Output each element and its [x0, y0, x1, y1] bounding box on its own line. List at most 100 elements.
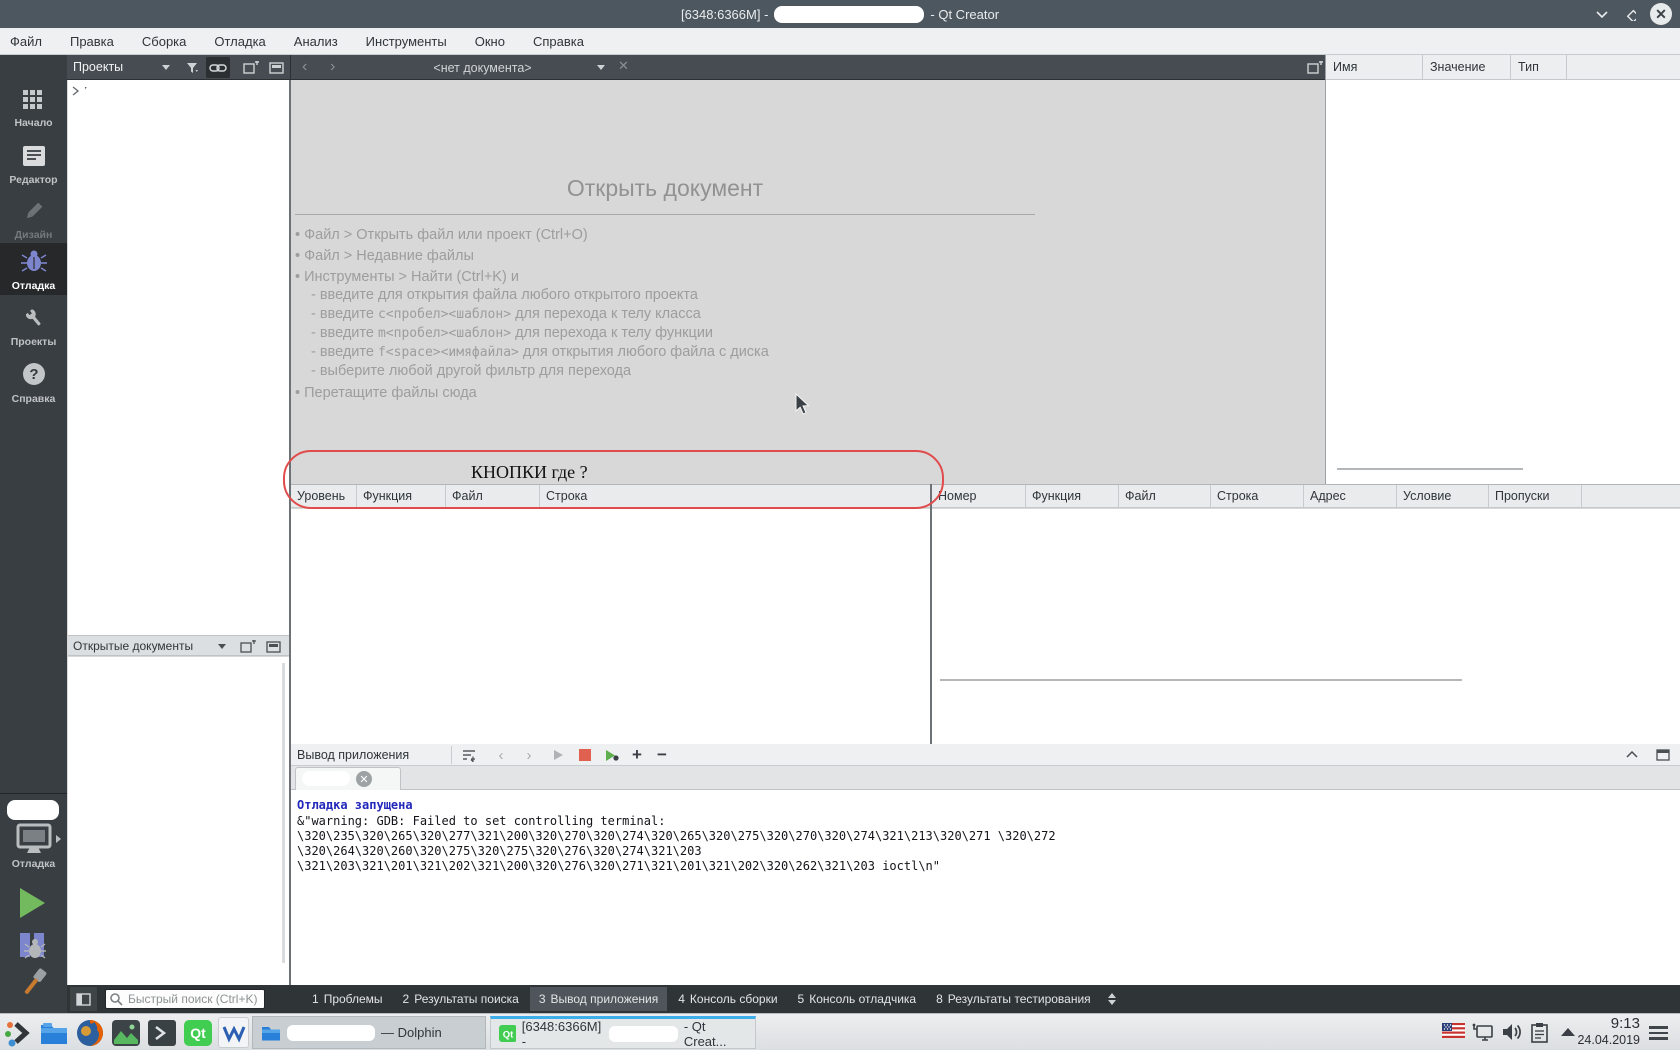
build-button[interactable]	[14, 965, 54, 999]
pane-button-test-results[interactable]: 8 Результаты тестирования	[927, 987, 1100, 1011]
sync-with-editor-icon[interactable]	[206, 57, 230, 78]
run-button[interactable]	[20, 888, 45, 918]
minimize-icon[interactable]	[1595, 10, 1609, 19]
stop-button[interactable]	[575, 746, 595, 764]
kit-selector-arrow-icon[interactable]	[56, 835, 61, 843]
projects-pane-combo[interactable]: Проекты	[73, 60, 123, 74]
chevron-down-icon[interactable]	[218, 644, 226, 649]
clock[interactable]: 9:13 24.04.2019	[1577, 1016, 1640, 1048]
column-header[interactable]: Строка	[1211, 485, 1304, 507]
word-wrap-icon[interactable]	[459, 746, 479, 764]
split-panel-icon[interactable]	[239, 57, 263, 78]
dolphin-launcher-icon[interactable]	[38, 1017, 69, 1048]
scrollbar[interactable]	[1337, 468, 1523, 470]
mode-debug[interactable]: Отладка	[0, 243, 67, 295]
divider	[451, 746, 452, 764]
scrollbar[interactable]	[282, 663, 285, 963]
welcome-item: • Инструменты > Найти (Ctrl+K) и	[295, 269, 519, 285]
collapse-pane-icon[interactable]	[1622, 746, 1642, 764]
maximize-pane-icon[interactable]	[1653, 746, 1673, 764]
title-bar[interactable]: [6348:6366M] - - Qt Creator ✕	[0, 0, 1680, 28]
search-input[interactable]	[128, 992, 258, 1006]
column-header[interactable]: Значение	[1423, 55, 1511, 79]
go-back-icon[interactable]: ‹	[302, 58, 307, 76]
splitter[interactable]	[930, 484, 932, 744]
close-tab-icon[interactable]: ✕	[356, 771, 372, 787]
output-pane-switcher-icon[interactable]	[1107, 993, 1116, 1005]
maximize-icon[interactable]	[1623, 8, 1636, 21]
image-viewer-launcher-icon[interactable]	[110, 1017, 141, 1048]
app-output-tab[interactable]: ✕	[295, 767, 401, 790]
taskbar-task-qtcreator[interactable]: Qt [6348:6366M] - - Qt Creat...	[490, 1016, 756, 1049]
qtcreator-launcher-icon[interactable]: Qt	[182, 1017, 213, 1048]
menu-item-build[interactable]: Сборка	[128, 29, 201, 54]
scrollbar[interactable]	[940, 679, 1462, 681]
menu-item-debug[interactable]: Отладка	[200, 29, 279, 54]
toggle-sidebar-button[interactable]	[70, 987, 97, 1011]
close-document-icon[interactable]: ✕	[618, 58, 629, 74]
menu-item-window[interactable]: Окно	[461, 29, 519, 54]
close-icon[interactable]: ✕	[1650, 3, 1672, 25]
keyboard-layout-flag-icon[interactable]	[1442, 1023, 1465, 1038]
menu-item-help[interactable]: Справка	[519, 29, 598, 54]
window-title: [6348:6366M] - - Qt Creator	[681, 5, 999, 23]
tray-expand-icon[interactable]	[1560, 1027, 1576, 1037]
column-header[interactable]: Номер	[932, 485, 1026, 507]
menu-item-edit[interactable]: Правка	[56, 29, 128, 54]
filter-icon[interactable]	[181, 57, 205, 78]
redacted-task-blob	[609, 1025, 678, 1042]
menu-item-tools[interactable]: Инструменты	[352, 29, 461, 54]
locator-search[interactable]	[105, 989, 265, 1009]
split-panel-icon[interactable]	[240, 640, 256, 654]
column-header[interactable]: Условие	[1397, 485, 1489, 507]
column-header[interactable]: Пропуски	[1489, 485, 1582, 507]
open-document-selector[interactable]: <нет документа>	[360, 55, 605, 80]
start-debugging-button[interactable]	[18, 933, 52, 963]
search-icon	[110, 993, 123, 1006]
zoom-in-icon[interactable]: +	[627, 746, 647, 764]
editor-launcher-icon[interactable]	[218, 1017, 249, 1048]
mode-help[interactable]: ? Справка	[0, 360, 67, 408]
column-header[interactable]: Функция	[1026, 485, 1119, 507]
debug-target-monitor-icon[interactable]	[16, 823, 52, 855]
prev-item-icon[interactable]: ‹	[491, 746, 511, 764]
firefox-launcher-icon[interactable]	[74, 1017, 105, 1048]
pane-button-problems[interactable]: 1 Проблемы	[303, 987, 392, 1011]
column-header[interactable]: Файл	[1119, 485, 1211, 507]
zoom-out-icon[interactable]: −	[652, 746, 672, 764]
splitter[interactable]	[1325, 55, 1326, 484]
clock-time: 9:13	[1610, 1015, 1640, 1032]
mode-edit[interactable]: Редактор	[0, 143, 67, 191]
mode-welcome[interactable]: Начало	[0, 88, 67, 136]
taskbar-task-dolphin[interactable]: — Dolphin	[252, 1016, 486, 1049]
welcome-title: Открыть документ	[566, 175, 764, 201]
konsole-launcher-icon[interactable]	[146, 1017, 177, 1048]
pane-button-app-output[interactable]: 3 Вывод приложения	[529, 987, 668, 1011]
volume-icon[interactable]	[1501, 1023, 1522, 1041]
panel-menu-icon[interactable]	[1649, 1026, 1668, 1043]
close-panel-icon[interactable]	[265, 57, 289, 78]
pane-button-compile-output[interactable]: 4 Консоль сборки	[669, 987, 786, 1011]
menu-item-analyze[interactable]: Анализ	[280, 29, 352, 54]
column-header[interactable]: Имя	[1326, 55, 1423, 79]
welcome-subitem: - введите c<пробел><шаблон> для перехода…	[311, 306, 701, 322]
task-label: - Qt Creat...	[683, 1018, 727, 1049]
breakpoints-table-body	[932, 509, 1680, 744]
close-panel-icon[interactable]	[266, 640, 282, 654]
expand-chevron-icon[interactable]	[72, 86, 80, 96]
network-icon[interactable]	[1472, 1023, 1494, 1042]
pane-button-search-results[interactable]: 2 Результаты поиска	[394, 987, 528, 1011]
pane-button-debugger-console[interactable]: 5 Консоль отладчика	[789, 987, 926, 1011]
column-header[interactable]: Адрес	[1304, 485, 1397, 507]
clock-date: 24.04.2019	[1577, 1033, 1640, 1047]
menu-item-file[interactable]: Файл	[0, 29, 56, 54]
column-header[interactable]: Тип	[1511, 55, 1567, 79]
rerun-debug-button[interactable]	[601, 746, 621, 764]
go-forward-icon[interactable]: ›	[330, 58, 335, 76]
app-output-console[interactable]: Отладка запущена &"warning: GDB: Failed …	[291, 790, 1680, 985]
app-launcher-icon[interactable]	[2, 1017, 33, 1048]
split-editor-icon[interactable]	[1303, 57, 1327, 78]
next-item-icon[interactable]: ›	[519, 746, 539, 764]
mode-projects[interactable]: Проекты	[0, 305, 67, 353]
clipboard-icon[interactable]	[1531, 1023, 1549, 1043]
